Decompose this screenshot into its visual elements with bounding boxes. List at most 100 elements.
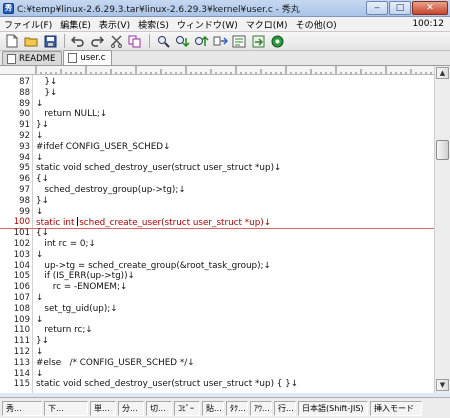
app-icon[interactable]: 秀 (3, 2, 14, 14)
editor-line[interactable]: 94 ↓ (0, 153, 434, 164)
clock-readout: 100:12 (412, 19, 444, 29)
cut-icon[interactable] (107, 33, 125, 49)
editor-line[interactable]: 92 ↓ (0, 131, 434, 142)
menu-search[interactable]: 検索(S) (134, 18, 173, 31)
line-number: 107 (13, 293, 30, 303)
menu-file[interactable]: ファイル(F) (0, 18, 56, 31)
editor-line[interactable]: 111}↓ (0, 336, 434, 347)
code-text: ↓ (36, 347, 44, 357)
text-cursor (77, 217, 79, 227)
search-down-icon[interactable] (173, 33, 191, 49)
editor-line[interactable]: 89 ↓ (0, 99, 434, 110)
minimize-button[interactable]: ‒ (366, 0, 388, 15)
scroll-thumb[interactable] (436, 140, 449, 160)
editor-area[interactable]: 87 }↓ 88 }↓ 89 ↓ 90 return NULL;↓ 91}↓ 92 ↓ 93 #i… (0, 75, 434, 393)
code-text: rc = -ENOMEM;↓ (36, 282, 128, 293)
editor-line[interactable]: 96 {↓ (0, 174, 434, 185)
status-cell[interactable]: 下... (44, 400, 88, 416)
menu-view[interactable]: 表示(V) (95, 18, 134, 31)
status-cell[interactable]: 挿入モード (370, 400, 422, 416)
code-text: int rc = 0;↓ (36, 239, 96, 249)
line-number: 104 (13, 260, 30, 271)
status-cell[interactable]: 単... (90, 400, 116, 416)
editor-line-current[interactable]: 100 static int sched_create_user(struct u… (0, 217, 434, 228)
editor-line[interactable]: 107 ↓ (0, 293, 434, 304)
editor-line[interactable]: 109 ↓ (0, 315, 434, 326)
code-text: if (IS_ERR(up->tg))↓ (36, 271, 135, 282)
menu-edit[interactable]: 編集(E) (56, 18, 95, 31)
tab-label: README (19, 53, 56, 64)
editor-line[interactable]: 98}↓ (0, 196, 434, 207)
close-button[interactable]: ✕ (412, 0, 448, 15)
editor-line[interactable]: 106 rc = -ENOMEM;↓ (0, 282, 434, 293)
copy-icon[interactable] (126, 33, 144, 49)
editor-line[interactable]: 115 static void sched_destroy_user(struct… (0, 379, 434, 390)
undo-icon[interactable] (69, 33, 87, 49)
status-cell[interactable]: ｱｳ... (250, 400, 272, 416)
jump-icon[interactable] (249, 33, 267, 49)
toolbar-separator (64, 34, 65, 48)
open-folder-icon[interactable] (22, 33, 40, 49)
status-cell[interactable]: 分... (118, 400, 144, 416)
code-text: set_tg_uid(up);↓ (36, 303, 118, 314)
editor-line[interactable]: 91}↓ (0, 120, 434, 131)
menu-macro[interactable]: マクロ(M) (242, 18, 292, 31)
ruler-ticks (35, 66, 432, 74)
line-number: 97 (19, 185, 30, 195)
tab-readme[interactable]: README (2, 51, 63, 65)
status-cell[interactable]: 貼... (202, 400, 224, 416)
line-number: 92 (19, 131, 30, 141)
editor-line[interactable]: 97 sched_destroy_group(up->tg);↓ (0, 185, 434, 196)
redo-icon[interactable] (88, 33, 106, 49)
status-cell[interactable]: ｺﾋﾟｰ (174, 400, 200, 416)
line-number: 110 (13, 325, 30, 336)
search-up-icon[interactable] (192, 33, 210, 49)
status-cell[interactable]: ﾀｸ... (226, 400, 248, 416)
editor-line[interactable]: 95 static void sched_destroy_user(struct … (0, 163, 434, 174)
line-number: 109 (13, 314, 30, 325)
editor-line[interactable]: 114 ↓ (0, 369, 434, 380)
tab-user-c[interactable]: user.c (63, 50, 113, 65)
search-icon[interactable] (154, 33, 172, 49)
maximize-button[interactable]: □ (389, 0, 411, 15)
code-text: }↓ (36, 87, 58, 98)
status-cell[interactable]: 日本語(Shift-JIS) (298, 400, 368, 416)
editor-line[interactable]: 90 return NULL;↓ (0, 109, 434, 120)
code-text: static void sched_destroy_user(struct us… (36, 379, 299, 390)
editor-line[interactable]: 110 return rc;↓ (0, 325, 434, 336)
status-cell[interactable]: 秀... (2, 400, 42, 416)
toolbar-separator (149, 34, 150, 48)
editor-line[interactable]: 103 ↓ (0, 250, 434, 261)
menu-other[interactable]: その他(O) (292, 18, 341, 31)
editor-line[interactable]: 105 if (IS_ERR(up->tg))↓ (0, 271, 434, 282)
scroll-up-arrow-icon[interactable]: ▲ (436, 67, 449, 79)
line-number: 98 (19, 195, 30, 206)
status-cell[interactable]: 切... (146, 400, 172, 416)
editor-line[interactable]: 104 up->tg = sched_create_group(&root_ta… (0, 261, 434, 272)
scroll-down-arrow-icon[interactable]: ▼ (436, 379, 449, 391)
help-icon[interactable] (268, 33, 286, 49)
editor-line[interactable]: 87 }↓ (0, 77, 434, 88)
line-number: 105 (13, 271, 30, 282)
line-number: 115 (13, 379, 30, 390)
save-icon[interactable] (41, 33, 59, 49)
status-cell[interactable]: 行... (274, 400, 296, 416)
replace-icon[interactable] (211, 33, 229, 49)
editor-line[interactable]: 88 }↓ (0, 88, 434, 99)
line-number: 106 (13, 282, 30, 293)
line-number: 114 (13, 368, 30, 379)
editor-line[interactable]: 93 #ifdef CONFIG_USER_SCHED↓ (0, 142, 434, 153)
menu-window[interactable]: ウィンドウ(W) (173, 18, 242, 31)
editor-line[interactable]: 99 ↓ (0, 207, 434, 218)
editor-line[interactable]: 113 #else /* CONFIG_USER_SCHED */↓ (0, 358, 434, 369)
grep-icon[interactable] (230, 33, 248, 49)
editor-line[interactable]: 108 set_tg_uid(up);↓ (0, 304, 434, 315)
line-number: 108 (13, 303, 30, 314)
line-number: 94 (19, 152, 30, 163)
editor-line[interactable]: 101 {↓ (0, 228, 434, 239)
new-file-icon[interactable] (3, 33, 21, 49)
code-text: ↓ (36, 98, 44, 109)
editor-line[interactable]: 102 int rc = 0;↓ (0, 239, 434, 250)
editor-line[interactable]: 112 ↓ (0, 347, 434, 358)
vertical-scrollbar[interactable]: ▲ ▼ (434, 66, 450, 393)
